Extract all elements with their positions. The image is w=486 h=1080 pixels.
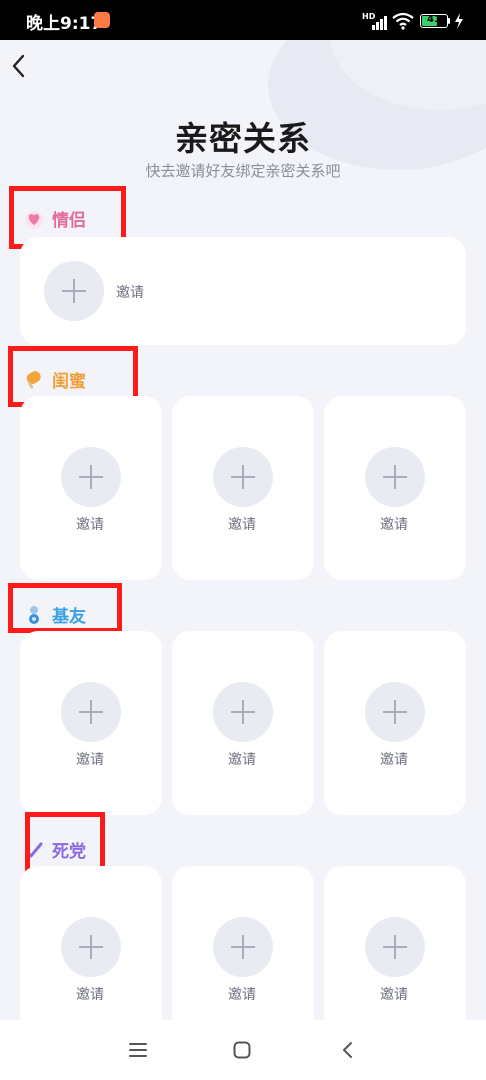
check-icon: [25, 842, 43, 857]
add-icon[interactable]: [61, 917, 121, 977]
invite-label[interactable]: 邀请: [116, 282, 144, 302]
invite-label[interactable]: 邀请: [76, 749, 104, 769]
add-icon[interactable]: [61, 682, 121, 742]
add-icon[interactable]: [213, 682, 273, 742]
invite-card-buddy-3[interactable]: 邀请: [324, 631, 466, 815]
figure-icon: [29, 605, 39, 624]
section-label-crew: 死党: [24, 837, 86, 862]
notification-app-icon: [94, 12, 110, 28]
section-title-crew: 死党: [52, 842, 86, 862]
battery-icon: 41: [420, 14, 448, 28]
invite-label[interactable]: 邀请: [228, 749, 256, 769]
add-icon[interactable]: [61, 447, 121, 507]
status-time: 晚上9:17: [26, 14, 103, 34]
section-label-bestie: 闺蜜: [24, 367, 86, 392]
invite-label[interactable]: 邀请: [228, 514, 256, 534]
wifi-icon: [392, 12, 414, 30]
back-arrow-icon[interactable]: [8, 52, 30, 80]
invite-card-buddy-1[interactable]: 邀请: [20, 631, 162, 815]
heart-icon: [25, 210, 43, 229]
section-title-bestie: 闺蜜: [52, 372, 86, 392]
invite-card-bestie-1[interactable]: 邀请: [20, 396, 162, 580]
invite-label[interactable]: 邀请: [380, 514, 408, 534]
charging-icon: [455, 13, 463, 29]
home-icon[interactable]: [232, 1040, 252, 1060]
add-icon[interactable]: [213, 447, 273, 507]
page-subtitle: 快去邀请好友绑定亲密关系吧: [145, 162, 341, 180]
battery-tip: [448, 18, 450, 24]
section-title-buddy: 基友: [52, 607, 86, 627]
invite-label[interactable]: 邀请: [380, 749, 408, 769]
invite-card-bestie-3[interactable]: 邀请: [324, 396, 466, 580]
add-icon[interactable]: [44, 261, 104, 321]
battery-level: 41: [427, 14, 441, 25]
invite-card-lovers[interactable]: 邀请: [20, 237, 466, 345]
add-icon[interactable]: [213, 917, 273, 977]
page-title: 亲密关系: [175, 119, 311, 158]
invite-card-bestie-2[interactable]: 邀请: [172, 396, 314, 580]
invite-label[interactable]: 邀请: [76, 514, 104, 534]
add-icon[interactable]: [365, 682, 425, 742]
invite-label[interactable]: 邀请: [76, 984, 104, 1004]
invite-label[interactable]: 邀请: [228, 984, 256, 1004]
signal-icon: [368, 14, 388, 30]
status-bar: 晚上9:17 HD 41: [0, 0, 486, 40]
section-label-buddy: 基友: [24, 602, 86, 627]
popsicle-icon: [26, 370, 41, 388]
back-icon[interactable]: [338, 1040, 358, 1060]
add-icon[interactable]: [365, 917, 425, 977]
system-nav-bar: [0, 1020, 486, 1080]
section-title-lovers: 情侣: [52, 211, 86, 231]
invite-label[interactable]: 邀请: [380, 984, 408, 1004]
invite-card-buddy-2[interactable]: 邀请: [172, 631, 314, 815]
add-icon[interactable]: [365, 447, 425, 507]
menu-icon[interactable]: [128, 1040, 148, 1060]
section-label-lovers: 情侣: [24, 206, 86, 231]
